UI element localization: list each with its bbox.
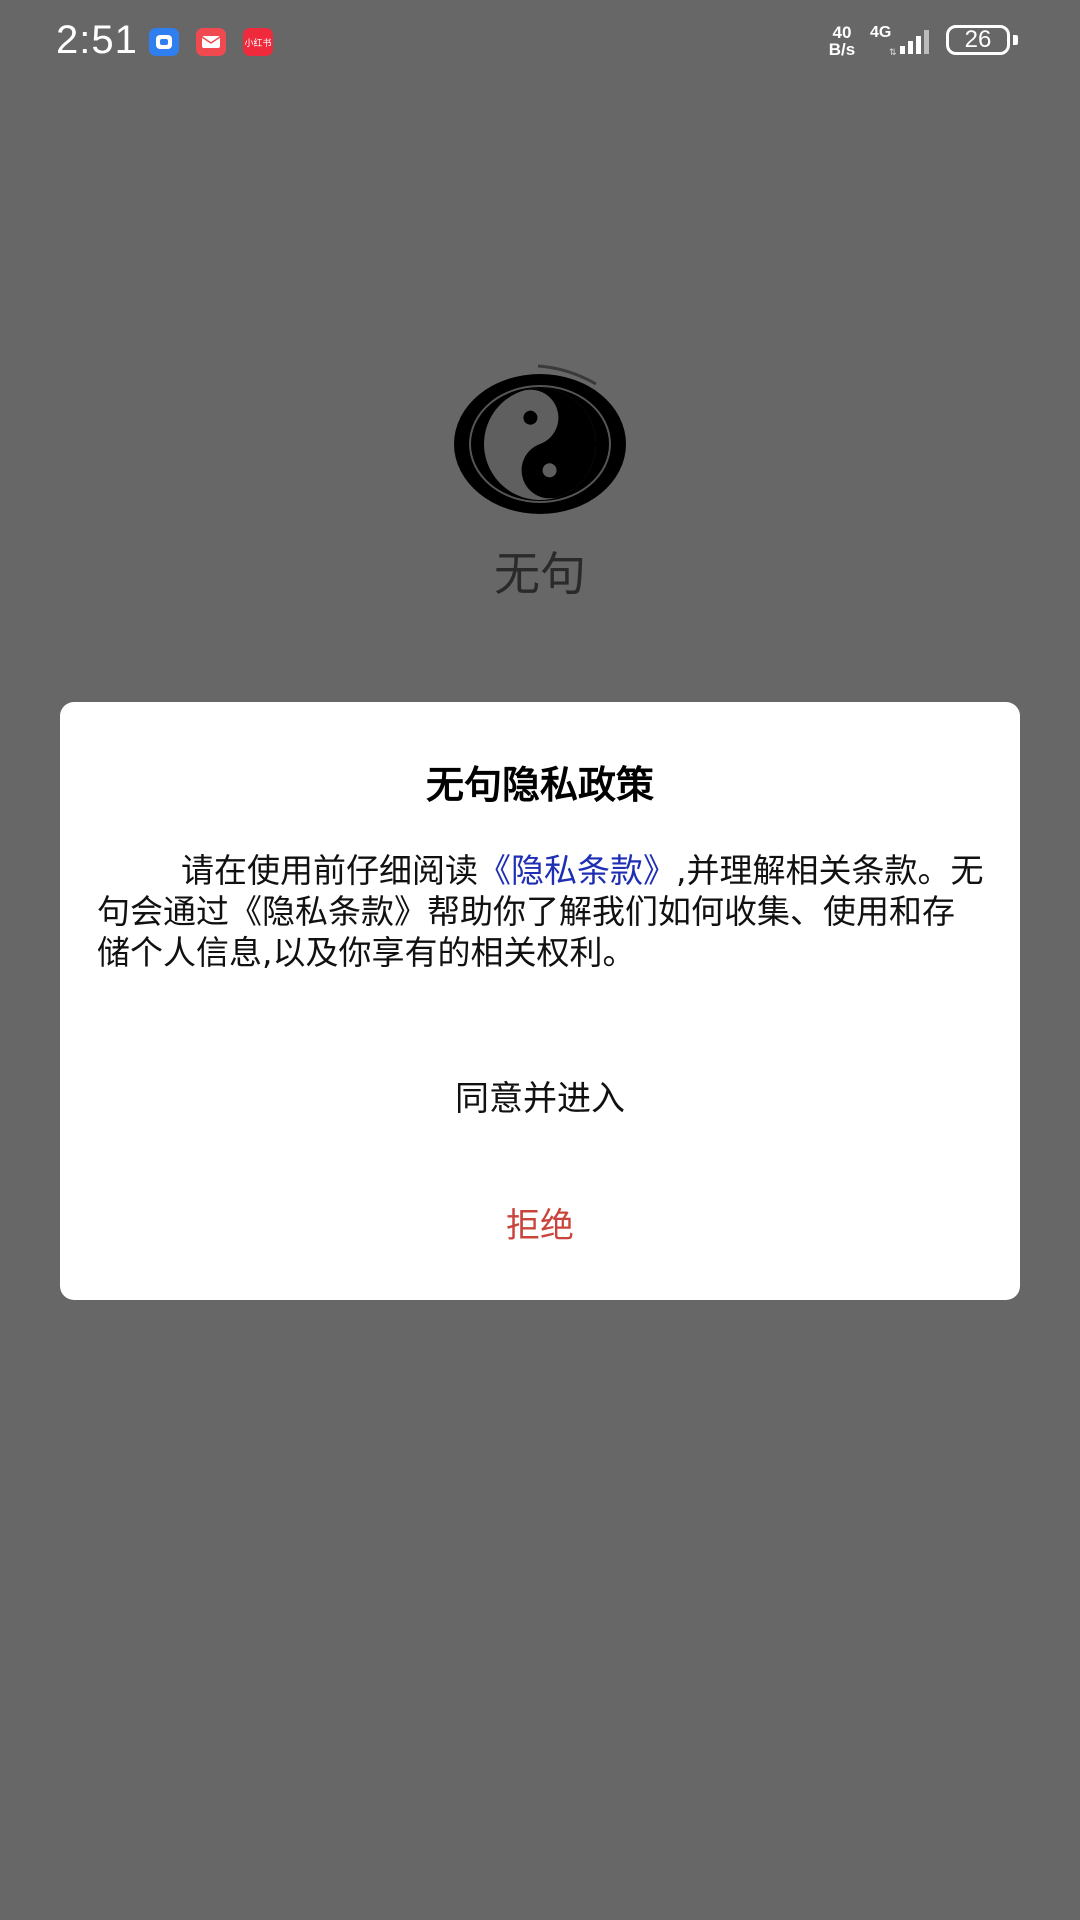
status-bar: 2:51 小红书 40 B/s 4G ⇅ 26 — [0, 0, 1080, 84]
network-speed-value: 40 — [832, 23, 852, 42]
body-prefix: 请在使用前仔细阅读 — [181, 851, 478, 890]
yin-yang-icon — [454, 364, 626, 514]
app-notification-icon — [149, 28, 179, 56]
privacy-terms-link[interactable]: 《隐私条款》 — [478, 851, 676, 890]
xiaohongshu-notification-icon: 小红书 — [243, 28, 273, 56]
battery-level: 26 — [964, 26, 992, 53]
network-speed-unit: B/s — [828, 40, 856, 59]
reject-button[interactable]: 拒绝 — [60, 1182, 1020, 1262]
screen: 2:51 小红书 40 B/s 4G ⇅ 26 无句 无句隐私政策 请在使用前仔… — [0, 0, 1080, 1920]
app-name: 无句 — [494, 547, 586, 601]
mail-notification-icon — [196, 28, 226, 56]
battery-nub — [1013, 35, 1018, 45]
agree-button[interactable]: 同意并进入 — [60, 1055, 1020, 1135]
dialog-body: 请在使用前仔细阅读《隐私条款》,并理解相关条款。无句会通过《隐私条款》帮助你了解… — [97, 850, 985, 973]
network-speed: 40 B/s — [822, 24, 862, 58]
battery-icon: 26 — [946, 25, 1010, 55]
svg-text:⇅: ⇅ — [889, 48, 897, 56]
signal-strength-icon: ⇅ — [889, 30, 929, 56]
dialog-title: 无句隐私政策 — [425, 763, 654, 807]
status-time: 2:51 — [56, 18, 138, 62]
privacy-dialog: 无句隐私政策 请在使用前仔细阅读《隐私条款》,并理解相关条款。无句会通过《隐私条… — [60, 702, 1020, 1300]
